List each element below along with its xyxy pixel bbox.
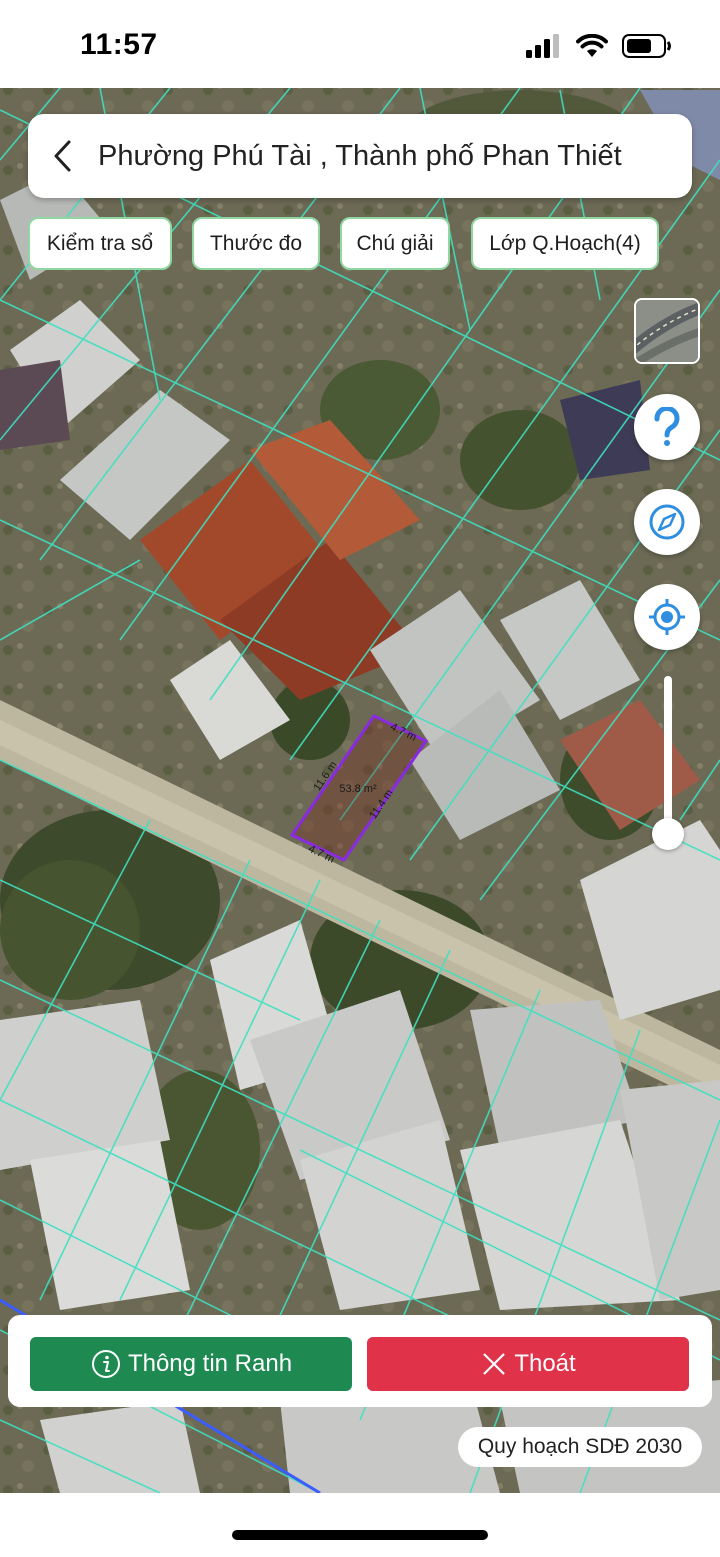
signal-icon (526, 34, 559, 58)
chevron-left-icon (54, 140, 71, 172)
action-panel: Thông tin Ranh Thoát (8, 1315, 712, 1407)
back-button[interactable] (28, 114, 98, 198)
location-title: Phường Phú Tài , Thành phố Phan Thiết (98, 139, 622, 172)
locate-button[interactable] (634, 584, 700, 650)
help-button[interactable] (634, 394, 700, 460)
app-screen: 11:57 53.8 m² 4.7 m 4.7 m 11.6 m 11.4 m … (0, 0, 720, 1557)
boundary-info-button[interactable]: Thông tin Ranh (30, 1337, 352, 1391)
zoom-slider-handle[interactable] (652, 818, 684, 850)
boundary-info-label: Thông tin Ranh (127, 1350, 293, 1377)
satellite-layer-icon (636, 300, 698, 362)
satellite-map[interactable]: 53.8 m² 4.7 m 4.7 m 11.6 m 11.4 m (0, 88, 720, 1493)
home-area (0, 1493, 720, 1557)
battery-icon (622, 34, 671, 58)
home-indicator[interactable] (232, 1530, 488, 1540)
wifi-icon (576, 34, 608, 57)
compass-button[interactable] (634, 489, 700, 555)
planning-layers-button[interactable]: Lớp Q.Hoạch(4) (471, 217, 659, 270)
planning-layer-chip[interactable]: Quy hoạch SDĐ 2030 (458, 1427, 702, 1467)
map-layer-toggle[interactable] (634, 298, 700, 364)
exit-label: Thoát (514, 1350, 576, 1377)
plot-area-label: 53.8 m² (339, 783, 377, 795)
compass-icon (649, 504, 685, 540)
measure-button[interactable]: Thước đo (192, 217, 320, 270)
legend-button[interactable]: Chú giải (340, 217, 450, 270)
status-icons (526, 34, 672, 58)
location-header: Phường Phú Tài , Thành phố Phan Thiết (28, 114, 692, 198)
locate-icon (649, 599, 685, 635)
check-title-button[interactable]: Kiểm tra sổ (28, 217, 172, 270)
status-time: 11:57 (80, 28, 158, 61)
map-canvas[interactable]: 53.8 m² 4.7 m 4.7 m 11.6 m 11.4 m (0, 88, 720, 1493)
close-icon (483, 1353, 506, 1375)
status-bar: 11:57 (0, 0, 720, 88)
exit-button[interactable]: Thoát (367, 1337, 689, 1391)
question-icon (654, 407, 680, 446)
info-icon (91, 1350, 120, 1378)
